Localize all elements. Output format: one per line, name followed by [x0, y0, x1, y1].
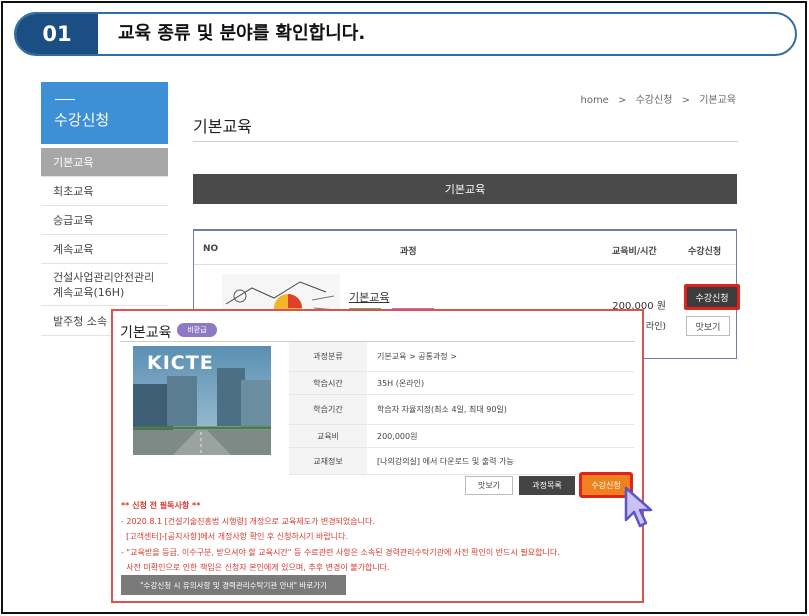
preview-button[interactable]: 맛보기 [686, 316, 730, 336]
info-key: 교재정보 [289, 448, 367, 474]
breadcrumb-level1[interactable]: 수강신청 [636, 95, 673, 106]
course-list-button[interactable]: 과정목록 [519, 476, 575, 495]
info-value: 35H (온라인) [377, 378, 425, 388]
title-divider [193, 141, 738, 142]
section-banner: 기본교육 [193, 174, 737, 204]
breadcrumb-separator: > [681, 95, 690, 106]
info-value: 200,000원 [377, 431, 418, 441]
course-image-logo: KICTE [147, 352, 214, 374]
column-header-no: NO [203, 244, 219, 254]
sidebar-item-initial[interactable]: 최초교육 [41, 177, 168, 206]
info-row-materials: 교재정보 [나의강의실] 에서 다운로드 및 출력 가능 [289, 448, 634, 475]
notice-block: ** 신청 전 필독사항 ** - 2020.8.1 [건설기술진흥법 시행령]… [121, 498, 560, 576]
non-refund-badge: 비환급 [177, 323, 217, 337]
column-header-fee: 교육비/시간 [612, 247, 657, 257]
course-info-table: 과정분류 기본교육 > 공통과정 > 학습시간 35H (온라인) 학습기간 학… [289, 342, 634, 475]
info-row-hours: 학습시간 35H (온라인) [289, 372, 634, 395]
course-title-link[interactable]: 기본교육 [349, 289, 389, 305]
info-key: 학습기간 [289, 395, 367, 424]
step-number: 01 [16, 14, 98, 54]
apply-button[interactable]: 수강신청 [684, 284, 740, 310]
sidebar-item-promotion[interactable]: 승급교육 [41, 206, 168, 235]
course-detail-popup: 기본교육 비환급 KICTE 과정분류 기본교육 > 공통과정 > 학습시간 3… [111, 309, 644, 603]
notice-line: [고객센터]-[공지사항]에서 개정사항 확인 후 신청하시기 바랍니다. [121, 532, 349, 541]
breadcrumb-home[interactable]: home [580, 95, 608, 106]
course-hours: 라인) [645, 322, 666, 332]
sidebar-header-dash [55, 99, 75, 100]
column-header-apply: 수강신청 [688, 247, 722, 257]
breadcrumb: home > 수강신청 > 기본교육 [577, 91, 739, 106]
notice-guide-button[interactable]: "수강신청 시 유의사항 및 경력관리수탁기관 안내" 바로가기 [121, 575, 346, 595]
breadcrumb-separator: > [618, 95, 627, 106]
page-title: 기본교육 [193, 117, 252, 136]
sidebar-title: 수강신청 [54, 111, 110, 129]
info-value: 기본교육 > 공통과정 > [377, 352, 457, 361]
header-divider [194, 264, 736, 265]
sidebar-item-continuing[interactable]: 계속교육 [41, 235, 168, 264]
course-image: KICTE [133, 346, 271, 455]
notice-heading: ** 신청 전 필독사항 ** [121, 501, 201, 510]
notice-line: 사전 미확인으로 인한 책임은 신청자 본인에게 있으며, 추후 변경이 불가합… [121, 563, 390, 572]
mouse-pointer-icon [624, 486, 653, 528]
info-row-category: 과정분류 기본교육 > 공통과정 > [289, 342, 634, 372]
popup-title: 기본교육 [120, 325, 172, 341]
info-key: 과정분류 [289, 342, 367, 371]
breadcrumb-level2[interactable]: 기본교육 [699, 95, 736, 106]
sidebar-item-safety-management[interactable]: 건설사업관리안전관리 계속교육(16H) [41, 264, 168, 306]
notice-line: - 2020.8.1 [건설기술진흥법 시행령] 개정으로 교육제도가 변경되었… [121, 516, 375, 526]
sidebar-header: 수강신청 [41, 82, 168, 144]
info-row-fee: 교육비 200,000원 [289, 425, 634, 448]
column-header-course: 과정 [400, 247, 417, 257]
info-value: 학습자 자율지정(최소 4일, 최대 90일) [377, 405, 507, 414]
info-value: [나의강의실] 에서 다운로드 및 출력 가능 [377, 456, 514, 466]
info-key: 교육비 [289, 425, 367, 447]
sidebar-item-basic[interactable]: 기본교육 [41, 148, 168, 177]
popup-preview-button[interactable]: 맛보기 [465, 476, 513, 495]
notice-line: - "교육받을 등급, 이수구분, 받으셔야 할 교육시간" 등 수료관련 사항… [121, 547, 560, 557]
info-key: 학습시간 [289, 372, 367, 394]
info-row-period: 학습기간 학습자 자율지정(최소 4일, 최대 90일) [289, 395, 634, 425]
step-header: 01 교육 종류 및 분야를 확인합니다. [14, 12, 797, 56]
step-title: 교육 종류 및 분야를 확인합니다. [118, 23, 366, 44]
